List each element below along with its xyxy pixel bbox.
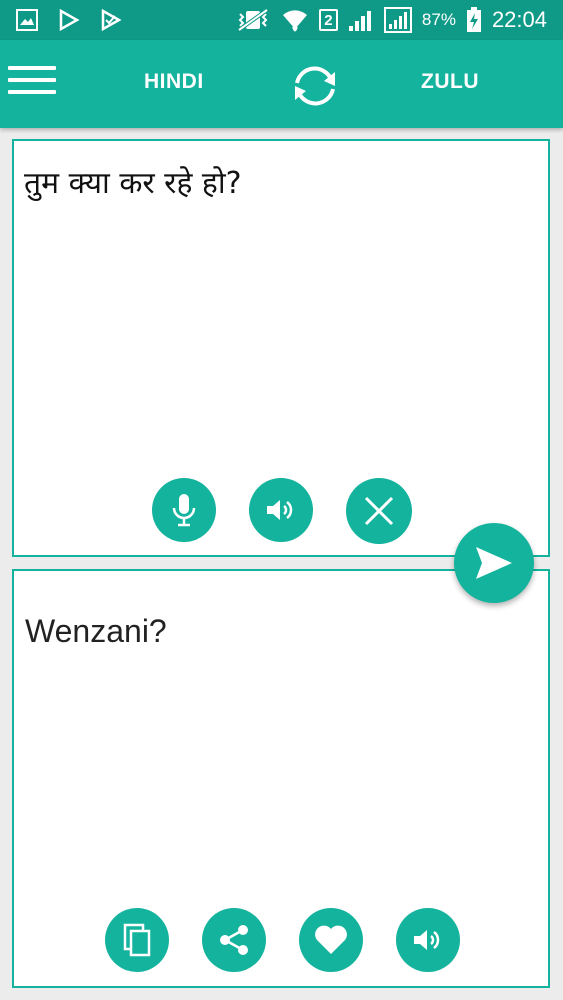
translation-panel: Wenzani? xyxy=(12,569,550,988)
send-icon xyxy=(476,547,512,579)
speak-source-button[interactable] xyxy=(249,478,313,542)
vibrate-mute-icon xyxy=(235,8,271,32)
clear-text-button[interactable] xyxy=(346,478,412,544)
sim-slot-badge: 2 xyxy=(318,9,338,31)
signal-strength-icon xyxy=(348,8,374,32)
target-language-selector[interactable]: ZULU xyxy=(421,70,479,94)
translate-send-button[interactable] xyxy=(454,523,534,603)
play-store-notification-icon-2 xyxy=(100,9,122,31)
speak-translation-button[interactable] xyxy=(396,908,460,972)
source-language-selector[interactable]: HINDI xyxy=(144,70,204,94)
play-store-notification-icon xyxy=(58,9,80,31)
heart-icon xyxy=(315,925,347,954)
battery-charging-icon xyxy=(466,7,482,33)
close-icon xyxy=(364,496,394,526)
hamburger-menu-icon[interactable] xyxy=(8,66,56,102)
share-icon xyxy=(220,925,248,955)
translated-text: Wenzani? xyxy=(25,613,167,649)
favorite-button[interactable] xyxy=(299,908,363,972)
copy-icon xyxy=(123,923,151,957)
source-text-panel: तुम क्या कर रहे हो? xyxy=(12,139,550,557)
source-text-input[interactable]: तुम क्या कर रहे हो? xyxy=(24,161,242,202)
speaker-icon xyxy=(267,500,293,520)
battery-percent: 87% xyxy=(421,10,456,29)
copy-button[interactable] xyxy=(105,908,169,972)
speaker-icon xyxy=(414,930,440,950)
signal-strength-icon-2 xyxy=(383,7,412,33)
gallery-notification-icon xyxy=(16,9,38,31)
app-bar: HINDI ZULU xyxy=(0,40,563,128)
status-bar: 2 87% 22:04 xyxy=(0,0,563,40)
wifi-icon xyxy=(281,7,309,33)
share-button[interactable] xyxy=(202,908,266,972)
microphone-button[interactable] xyxy=(152,478,216,542)
clock: 22:04 xyxy=(491,7,547,32)
swap-languages-icon[interactable] xyxy=(288,59,342,113)
microphone-icon xyxy=(172,494,196,527)
